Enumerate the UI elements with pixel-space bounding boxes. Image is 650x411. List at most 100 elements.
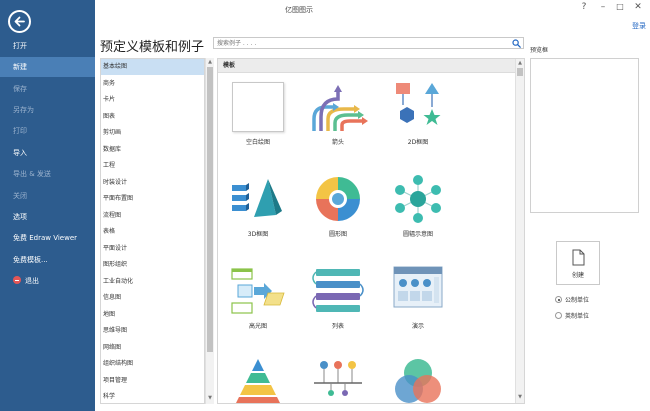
template-highlight[interactable]: 高光图 bbox=[224, 263, 292, 333]
menu-exit[interactable]: 退出 bbox=[0, 271, 95, 291]
category-item[interactable]: 项目管理 bbox=[101, 373, 204, 389]
page-title: 预定义模板和例子 bbox=[100, 40, 205, 55]
template-2d-block[interactable]: 2D框图 bbox=[384, 79, 452, 149]
template-section-header: 模板 bbox=[218, 59, 516, 73]
template-label: 圆辐示意图 bbox=[402, 231, 433, 238]
template-radial[interactable]: 圆辐示意图 bbox=[384, 171, 452, 241]
menu-export-send[interactable]: 导出 & 发送 bbox=[0, 164, 95, 184]
template-label: 2D框图 bbox=[407, 139, 429, 146]
search-box bbox=[213, 37, 524, 49]
category-item[interactable]: 平面布置图 bbox=[101, 191, 204, 207]
menu-save-as[interactable]: 另存为 bbox=[0, 100, 95, 120]
template-scrollbar[interactable]: ▲ ▼ bbox=[515, 59, 524, 403]
timeline-icon bbox=[314, 361, 362, 396]
category-item[interactable]: 组织结构图 bbox=[101, 356, 204, 372]
category-item[interactable]: 卡片 bbox=[101, 92, 204, 108]
new-document-icon bbox=[572, 249, 585, 266]
category-item[interactable]: 图形组织 bbox=[101, 257, 204, 273]
template-arrows[interactable]: 箭头 bbox=[304, 79, 372, 149]
category-item[interactable]: 数据库 bbox=[101, 142, 204, 158]
minimize-icon[interactable]: – bbox=[597, 2, 609, 12]
category-scrollbar-thumb[interactable] bbox=[207, 67, 213, 352]
category-item[interactable]: 科学 bbox=[101, 389, 204, 403]
menu-open[interactable]: 打开 bbox=[0, 36, 95, 56]
menu-options[interactable]: 选项 bbox=[0, 207, 95, 227]
unit-option-metric[interactable]: 公制单位 bbox=[555, 295, 589, 304]
category-item[interactable]: 工程 bbox=[101, 158, 204, 174]
scroll-down-icon[interactable]: ▼ bbox=[517, 394, 523, 400]
template-label: 列表 bbox=[331, 323, 344, 330]
category-item[interactable]: 平面设计 bbox=[101, 241, 204, 257]
scroll-up-icon[interactable]: ▲ bbox=[207, 59, 213, 65]
login-link[interactable]: 登录 bbox=[632, 21, 646, 31]
arrows-icon bbox=[312, 85, 368, 131]
preview-label: 预览框 bbox=[530, 47, 549, 54]
category-item[interactable]: 地图 bbox=[101, 307, 204, 323]
category-item[interactable]: 流程图 bbox=[101, 208, 204, 224]
menu-free-templates[interactable]: 免费模板... bbox=[0, 250, 95, 270]
menu-export-send-label: 导出 & 发送 bbox=[13, 170, 51, 178]
menu-free-templates-label: 免费模板... bbox=[13, 256, 48, 264]
exit-icon bbox=[13, 276, 21, 284]
template-label: 高光图 bbox=[248, 323, 267, 330]
menu-free-viewer[interactable]: 免费 Edraw Viewer bbox=[0, 228, 95, 248]
menu-close[interactable]: 关闭 bbox=[0, 186, 95, 206]
back-button[interactable] bbox=[8, 10, 31, 33]
template-3d-block[interactable]: 3D框图 bbox=[224, 171, 292, 241]
menu-exit-label: 退出 bbox=[25, 277, 39, 285]
menu-import[interactable]: 导入 bbox=[0, 143, 95, 163]
menu-save-label: 保存 bbox=[13, 85, 27, 93]
menu-options-label: 选项 bbox=[13, 213, 27, 221]
menu-save[interactable]: 保存 bbox=[0, 79, 95, 99]
menu-free-viewer-label: 免费 Edraw Viewer bbox=[13, 234, 78, 242]
category-item[interactable]: 表格 bbox=[101, 224, 204, 240]
template-blank[interactable]: 空白绘图 bbox=[224, 79, 292, 149]
category-item[interactable]: 工业自动化 bbox=[101, 274, 204, 290]
template-circular[interactable]: 圆形图 bbox=[304, 171, 372, 241]
search-input[interactable] bbox=[214, 38, 504, 48]
menu-print-label: 打印 bbox=[13, 127, 27, 135]
scroll-up-icon[interactable]: ▲ bbox=[517, 60, 523, 66]
template-label: 圆形图 bbox=[328, 231, 347, 238]
menu-import-label: 导入 bbox=[13, 149, 27, 157]
template-presentation[interactable]: 演示 bbox=[384, 263, 452, 333]
preview-box bbox=[530, 58, 639, 213]
close-icon[interactable]: ✕ bbox=[632, 2, 644, 12]
create-button[interactable]: 创建 bbox=[556, 241, 600, 285]
category-item[interactable]: 基本绘图 bbox=[101, 59, 204, 75]
scroll-down-icon[interactable]: ▼ bbox=[207, 395, 213, 401]
arrow-left-icon bbox=[14, 16, 25, 27]
unit-option-imperial[interactable]: 英制单位 bbox=[555, 311, 589, 320]
template-venn[interactable] bbox=[384, 355, 452, 403]
category-item[interactable]: 商务 bbox=[101, 76, 204, 92]
list-icon bbox=[312, 269, 364, 312]
category-item[interactable]: 图表 bbox=[101, 109, 204, 125]
blank-page-icon bbox=[232, 82, 284, 132]
venn-icon bbox=[395, 359, 441, 403]
template-label: 演示 bbox=[411, 323, 424, 330]
help-icon[interactable]: ? bbox=[578, 2, 590, 12]
template-label: 箭头 bbox=[331, 139, 344, 146]
template-thumbnail bbox=[224, 79, 292, 135]
template-label: 空白绘图 bbox=[245, 139, 270, 146]
category-item[interactable]: 信息图 bbox=[101, 290, 204, 306]
template-timeline[interactable] bbox=[304, 355, 372, 403]
menu-new-label: 新建 bbox=[13, 63, 27, 71]
template-scrollbar-thumb[interactable] bbox=[517, 68, 523, 76]
template-panel: 模板 空白绘图 箭头 2D框图 3D框图 圆形图 圆辐示意图 高光图 列表 演示 bbox=[217, 58, 525, 404]
category-item[interactable]: 网络图 bbox=[101, 340, 204, 356]
template-pyramid[interactable] bbox=[224, 355, 292, 403]
search-icon[interactable] bbox=[512, 39, 521, 48]
menu-new[interactable]: 新建 bbox=[0, 57, 95, 77]
maximize-icon[interactable]: □ bbox=[614, 2, 626, 11]
category-item[interactable]: 时装设计 bbox=[101, 175, 204, 191]
category-scrollbar[interactable]: ▲ ▼ bbox=[205, 58, 214, 404]
menu-save-as-label: 另存为 bbox=[13, 106, 34, 114]
unit-label: 公制单位 bbox=[565, 297, 590, 304]
menu-print[interactable]: 打印 bbox=[0, 121, 95, 141]
radio-checked-icon[interactable] bbox=[555, 296, 562, 303]
category-item[interactable]: 剪切画 bbox=[101, 125, 204, 141]
radio-unchecked-icon[interactable] bbox=[555, 312, 562, 319]
category-item[interactable]: 思维导图 bbox=[101, 323, 204, 339]
template-list[interactable]: 列表 bbox=[304, 263, 372, 333]
